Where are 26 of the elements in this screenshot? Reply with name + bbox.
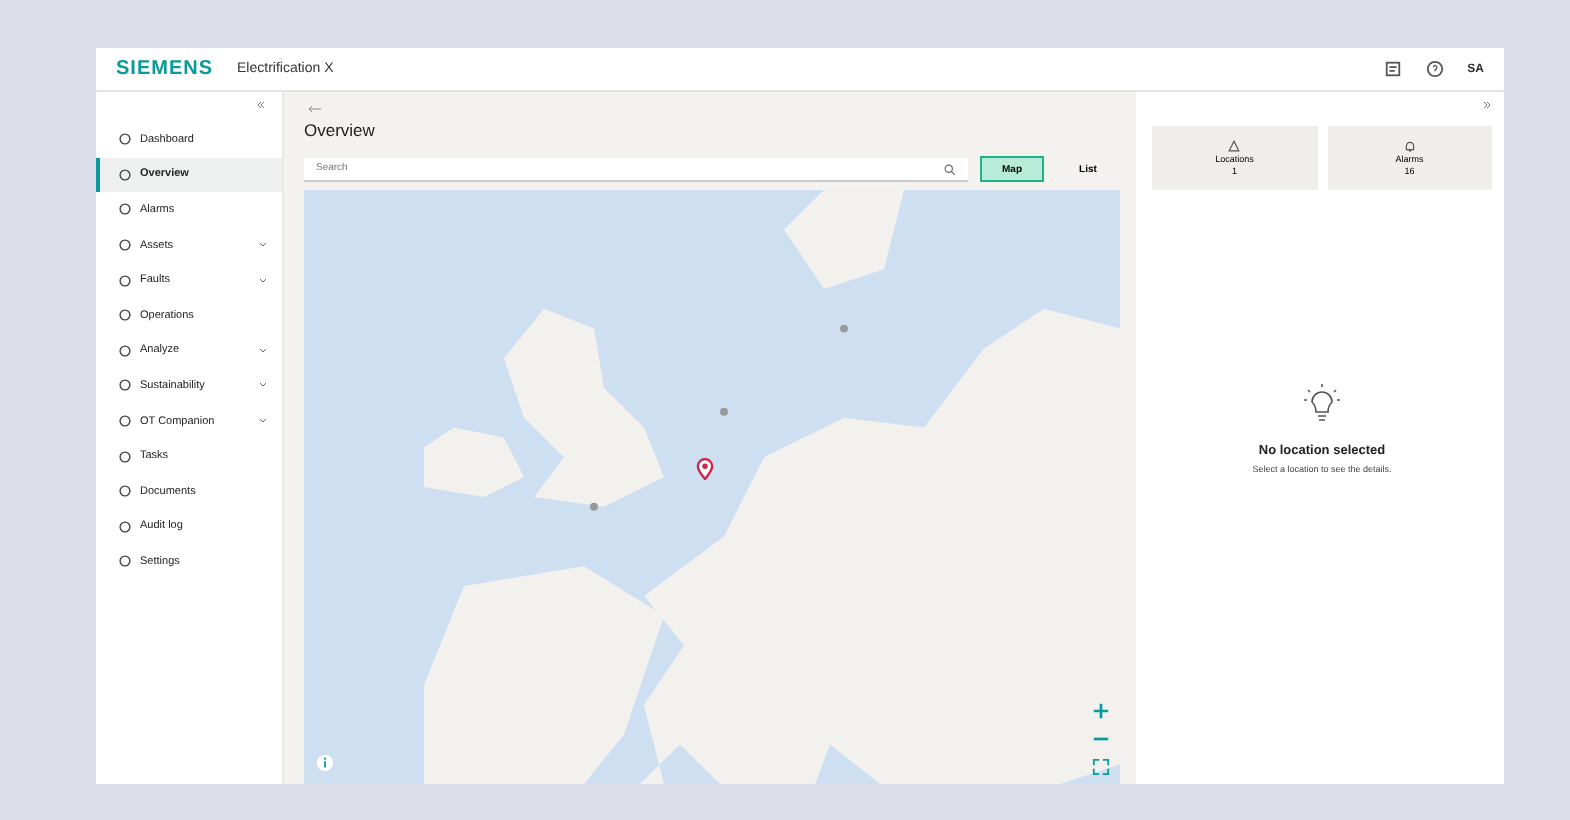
nav-icon: [118, 519, 132, 534]
nav-icon: [118, 554, 132, 569]
fullscreen-icon[interactable]: [1092, 758, 1110, 776]
lightbulb-icon: [1302, 381, 1342, 425]
search-icon: [944, 163, 956, 175]
nav-icon: [118, 378, 132, 393]
nav-icon: [118, 449, 132, 464]
nav-icon: [118, 484, 132, 499]
page-title: Overview: [304, 120, 377, 140]
location-pin-icon[interactable]: [696, 458, 714, 480]
news-icon[interactable]: [1383, 60, 1402, 78]
nav-icon: [118, 308, 132, 323]
nav-icon: [118, 202, 132, 217]
nav-icon: [118, 132, 132, 147]
expand-icon[interactable]: [1482, 100, 1492, 110]
nav-icon: [118, 167, 132, 182]
brand-logo: SIEMENS: [116, 58, 214, 80]
nav-icon: [118, 414, 132, 429]
info-icon[interactable]: [316, 754, 334, 772]
nav-icon: [118, 273, 132, 288]
nav-icon: [118, 343, 132, 358]
collapse-icon[interactable]: [256, 100, 266, 110]
bell-icon: [1403, 140, 1416, 152]
help-icon[interactable]: [1425, 60, 1444, 78]
zoom-in-icon[interactable]: [1092, 702, 1110, 720]
nav-icon: [118, 238, 132, 253]
